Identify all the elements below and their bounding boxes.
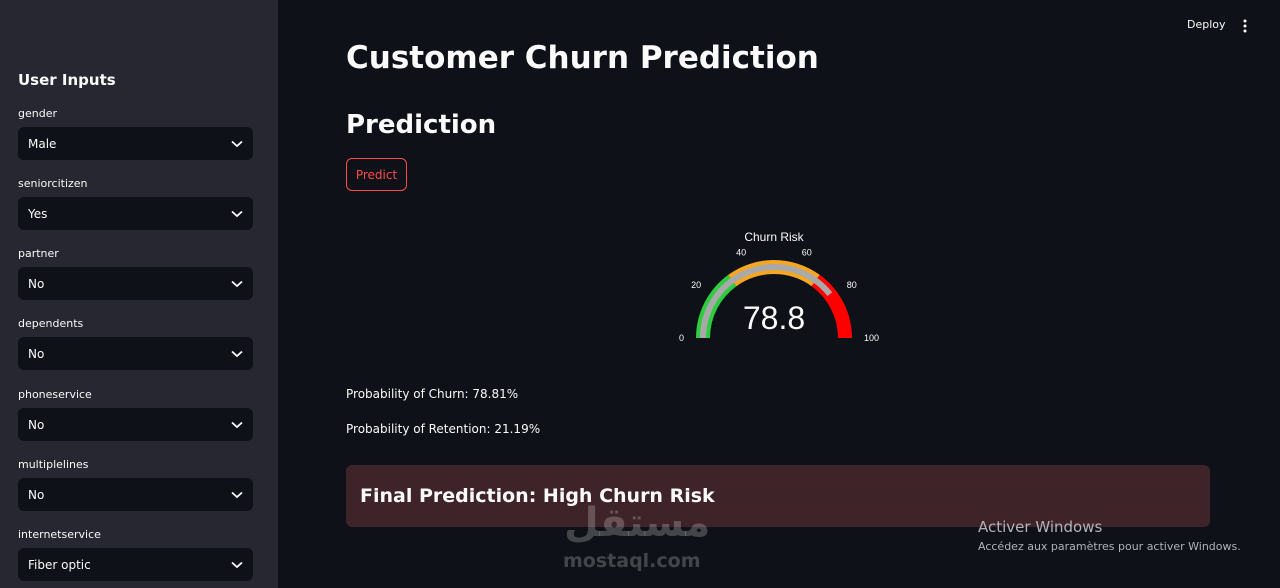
vertical-dots-icon[interactable] <box>1240 18 1250 37</box>
phoneservice-select[interactable]: No <box>18 408 253 441</box>
chevron-down-icon <box>231 421 243 429</box>
chevron-down-icon <box>231 280 243 288</box>
deploy-button[interactable]: Deploy <box>1187 18 1226 31</box>
chevron-down-icon <box>231 210 243 218</box>
seniorcitizen-value: Yes <box>28 206 48 221</box>
predict-button[interactable]: Predict <box>346 158 407 191</box>
partner-select[interactable]: No <box>18 267 253 300</box>
gauge-tick-label: 40 <box>736 247 746 257</box>
seniorcitizen-label: seniorcitizen <box>18 177 88 190</box>
partner-value: No <box>28 276 45 291</box>
chevron-down-icon <box>231 350 243 358</box>
gauge-tick-label: 60 <box>802 247 812 257</box>
internetservice-label: internetservice <box>18 528 101 541</box>
multiplelines-select[interactable]: No <box>18 478 253 511</box>
dependents-value: No <box>28 346 45 361</box>
activate-windows-subtitle: Accédez aux paramètres pour activer Wind… <box>978 540 1241 553</box>
section-title: Prediction <box>346 110 497 140</box>
seniorcitizen-select[interactable]: Yes <box>18 197 253 230</box>
probability-churn: Probability of Churn: 78.81% <box>346 387 519 401</box>
dependents-label: dependents <box>18 317 84 330</box>
sidebar: User Inputs gender Male seniorcitizen Ye… <box>0 0 278 588</box>
watermark-logo: مستقل <box>564 500 711 546</box>
gauge-tick-label: 0 <box>679 333 684 343</box>
partner-label: partner <box>18 247 59 260</box>
probability-retention: Probability of Retention: 21.19% <box>346 422 541 436</box>
page-title: Customer Churn Prediction <box>346 40 819 76</box>
gauge-tick-label: 80 <box>847 280 857 290</box>
chevron-down-icon <box>231 140 243 148</box>
chevron-down-icon <box>231 561 243 569</box>
chevron-down-icon <box>231 491 243 499</box>
gauge-value: 78.8 <box>743 300 805 336</box>
gender-value: Male <box>28 136 57 151</box>
gauge-title: Churn Risk <box>744 230 804 244</box>
activate-windows-title: Activer Windows <box>978 518 1103 536</box>
churn-risk-gauge: Churn Risk 0 20 40 60 80 100 78.8 <box>679 230 879 343</box>
phoneservice-label: phoneservice <box>18 388 92 401</box>
multiplelines-value: No <box>28 487 45 502</box>
internetservice-select[interactable]: Fiber optic <box>18 548 253 581</box>
internetservice-value: Fiber optic <box>28 557 91 572</box>
dependents-select[interactable]: No <box>18 337 253 370</box>
gender-label: gender <box>18 107 57 120</box>
phoneservice-value: No <box>28 417 45 432</box>
multiplelines-label: multiplelines <box>18 458 89 471</box>
gauge-tick-label: 100 <box>864 333 879 343</box>
gauge-tick-label: 20 <box>691 280 701 290</box>
gender-select[interactable]: Male <box>18 127 253 160</box>
watermark-text: mostaql.com <box>563 550 701 572</box>
sidebar-title: User Inputs <box>18 71 116 89</box>
